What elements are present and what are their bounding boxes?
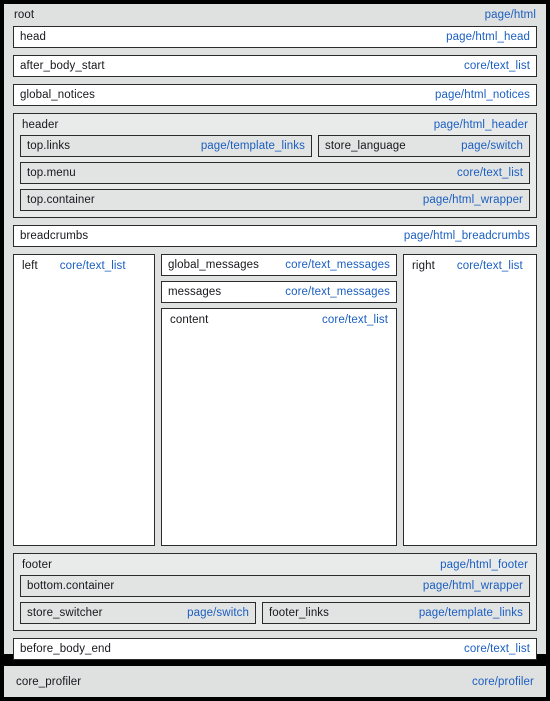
block-template: page/html_wrapper bbox=[422, 194, 523, 206]
block-node-content[interactable]: content core/text_list bbox=[161, 308, 397, 546]
block-template: page/html_breadcrumbs bbox=[403, 230, 530, 242]
block-name: left bbox=[22, 259, 38, 272]
block-node-before-body-end[interactable]: before_body_end core/text_list bbox=[13, 638, 537, 660]
block-node-core-profiler-label: core_profiler core/profiler bbox=[4, 666, 546, 697]
block-name: content bbox=[170, 313, 209, 326]
block-tree-panel: root page/html head page/html_head after… bbox=[4, 4, 546, 660]
block-node-core-profiler[interactable]: core_profiler core/profiler bbox=[4, 666, 546, 697]
block-name: store_language bbox=[325, 140, 406, 152]
block-node-root[interactable]: root page/html head page/html_head after… bbox=[4, 4, 546, 660]
block-template: page/template_links bbox=[200, 140, 305, 152]
block-template: page/html_head bbox=[446, 31, 530, 43]
block-name: global_notices bbox=[20, 89, 95, 101]
block-name: top.menu bbox=[27, 167, 76, 179]
block-node-header-label: header page/html_header bbox=[14, 114, 536, 135]
block-node-header[interactable]: header page/html_header top.links page/t… bbox=[13, 113, 537, 218]
block-template: page/html bbox=[484, 9, 536, 21]
block-node-global-notices[interactable]: global_notices page/html_notices bbox=[13, 84, 537, 106]
block-template: page/html_wrapper bbox=[422, 580, 523, 592]
block-node-left[interactable]: left core/text_list bbox=[13, 254, 155, 546]
block-node-footer[interactable]: footer page/html_footer bottom.container… bbox=[13, 553, 537, 631]
block-node-messages[interactable]: messages core/text_messages bbox=[161, 281, 397, 303]
block-node-breadcrumbs[interactable]: breadcrumbs page/html_breadcrumbs bbox=[13, 225, 537, 247]
layout-debug-screen: root page/html head page/html_head after… bbox=[0, 0, 550, 701]
block-node-footer-label: footer page/html_footer bbox=[14, 554, 536, 575]
block-node-store-language[interactable]: store_language page/switch bbox=[318, 135, 530, 157]
block-template: core/text_list bbox=[59, 259, 126, 272]
block-template: core/text_list bbox=[322, 313, 388, 326]
block-name: breadcrumbs bbox=[20, 230, 89, 242]
footer-bottom-row: store_switcher page/switch footer_links … bbox=[20, 602, 530, 624]
block-name: root bbox=[14, 9, 35, 21]
block-node-head[interactable]: head page/html_head bbox=[13, 26, 537, 48]
block-name: core_profiler bbox=[16, 675, 82, 688]
block-template: page/switch bbox=[461, 140, 523, 152]
block-node-store-switcher[interactable]: store_switcher page/switch bbox=[20, 602, 256, 624]
block-template: page/html_header bbox=[433, 118, 528, 131]
block-node-footer-links[interactable]: footer_links page/template_links bbox=[262, 602, 530, 624]
block-name: footer bbox=[22, 558, 53, 571]
block-template: core/text_list bbox=[457, 167, 523, 179]
block-name: before_body_end bbox=[20, 643, 112, 655]
block-name: messages bbox=[168, 286, 222, 298]
block-template: page/template_links bbox=[418, 607, 523, 619]
block-name: footer_links bbox=[269, 607, 330, 619]
block-name: header bbox=[22, 118, 59, 131]
block-name: after_body_start bbox=[20, 60, 105, 72]
block-name: top.links bbox=[27, 140, 71, 152]
block-node-right[interactable]: right core/text_list bbox=[403, 254, 537, 546]
block-name: head bbox=[20, 31, 46, 43]
block-node-after-body-start[interactable]: after_body_start core/text_list bbox=[13, 55, 537, 77]
block-name: global_messages bbox=[168, 259, 260, 271]
block-template: page/html_notices bbox=[434, 89, 530, 101]
block-node-root-label: root page/html bbox=[4, 4, 546, 26]
block-node-top-links[interactable]: top.links page/template_links bbox=[20, 135, 312, 157]
block-template: core/profiler bbox=[471, 675, 534, 688]
block-node-root-children: head page/html_head after_body_start cor… bbox=[4, 26, 546, 669]
block-name: right bbox=[412, 259, 435, 272]
block-node-top-menu[interactable]: top.menu core/text_list bbox=[20, 162, 530, 184]
block-template: core/text_list bbox=[456, 259, 523, 272]
block-name: top.container bbox=[27, 194, 95, 206]
block-template: core/text_messages bbox=[285, 286, 390, 298]
block-node-global-messages[interactable]: global_messages core/text_messages bbox=[161, 254, 397, 276]
block-template: core/text_list bbox=[464, 643, 530, 655]
block-name: bottom.container bbox=[27, 580, 115, 592]
block-template: page/switch bbox=[187, 607, 249, 619]
columns-row: left core/text_list global_messages core… bbox=[13, 254, 537, 546]
block-name: store_switcher bbox=[27, 607, 103, 619]
block-template: core/text_messages bbox=[285, 259, 390, 271]
block-node-header-children: top.links page/template_links store_lang… bbox=[14, 135, 536, 217]
block-template: page/html_footer bbox=[440, 558, 528, 571]
center-column: global_messages core/text_messages messa… bbox=[161, 254, 397, 546]
header-top-row: top.links page/template_links store_lang… bbox=[20, 135, 530, 157]
block-node-bottom-container[interactable]: bottom.container page/html_wrapper bbox=[20, 575, 530, 597]
block-node-footer-children: bottom.container page/html_wrapper store… bbox=[14, 575, 536, 630]
block-node-top-container[interactable]: top.container page/html_wrapper bbox=[20, 189, 530, 211]
block-template: core/text_list bbox=[464, 60, 530, 72]
